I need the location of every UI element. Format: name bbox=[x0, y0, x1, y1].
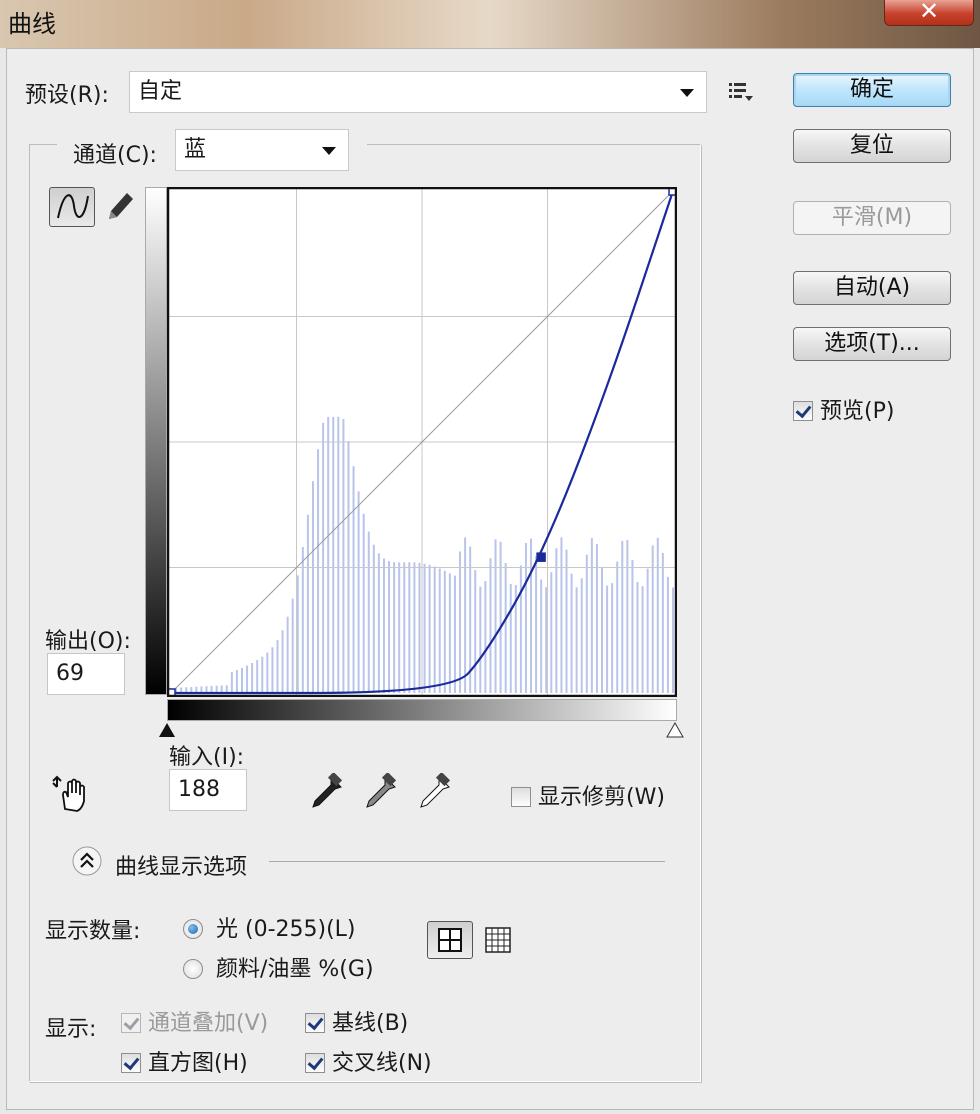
window-title: 曲线 bbox=[8, 10, 56, 38]
channel-value: 蓝 bbox=[184, 137, 207, 162]
channel-overlays-checkbox[interactable]: 通道叠加(V) bbox=[121, 1005, 268, 1037]
smooth-button[interactable]: 平滑(M) bbox=[793, 201, 951, 235]
simple-grid-icon bbox=[438, 928, 462, 952]
collapse-icon[interactable] bbox=[71, 845, 103, 877]
curves-dialog: 预设(R): 自定 确定 复位 平滑(M) 自动(A) 选项(T)... 预览(… bbox=[6, 48, 974, 1110]
pigment-radio-label: 颜料/油墨 %(G) bbox=[216, 957, 374, 982]
title-bar: 曲线 ✕ bbox=[0, 0, 980, 48]
baseline-label: 基线(B) bbox=[332, 1011, 409, 1036]
output-input[interactable]: 69 bbox=[47, 653, 125, 695]
histogram-check-icon[interactable] bbox=[121, 1053, 141, 1073]
show-clipping-checkbox[interactable]: 显示修剪(W) bbox=[511, 779, 665, 811]
channel-dropdown[interactable]: 蓝 bbox=[175, 129, 349, 171]
ok-button[interactable]: 确定 bbox=[793, 73, 951, 107]
channel-overlays-label: 通道叠加(V) bbox=[148, 1011, 269, 1036]
chevron-down-icon bbox=[680, 89, 694, 97]
channel-overlays-check-icon[interactable] bbox=[121, 1013, 141, 1033]
histogram-label: 直方图(H) bbox=[148, 1051, 248, 1076]
gray-eyedropper-icon[interactable] bbox=[363, 773, 399, 811]
preset-label: 预设(R): bbox=[25, 83, 109, 108]
channel-label: 通道(C): bbox=[73, 143, 157, 168]
detailed-grid-icon[interactable] bbox=[483, 925, 513, 955]
curve-tool-icon bbox=[57, 194, 89, 219]
preview-check-icon[interactable] bbox=[793, 401, 813, 421]
preview-checkbox[interactable]: 预览(P) bbox=[793, 393, 894, 425]
on-image-adjust-icon[interactable] bbox=[49, 773, 91, 813]
input-gradient-bar bbox=[167, 699, 677, 721]
preview-label: 预览(P) bbox=[820, 399, 895, 424]
white-eyedropper-icon[interactable] bbox=[417, 773, 453, 811]
curve-graph[interactable] bbox=[167, 187, 677, 697]
show-clipping-check-icon[interactable] bbox=[511, 787, 531, 807]
show-clipping-label: 显示修剪(W) bbox=[538, 785, 665, 810]
intersection-line-checkbox[interactable]: 交叉线(N) bbox=[305, 1045, 432, 1077]
show-amount-label: 显示数量: bbox=[45, 919, 141, 944]
auto-button[interactable]: 自动(A) bbox=[793, 271, 951, 305]
reset-button[interactable]: 复位 bbox=[793, 129, 951, 163]
list-menu-icon[interactable] bbox=[727, 81, 755, 103]
close-button[interactable]: ✕ bbox=[884, 0, 974, 26]
curve-display-options-label: 曲线显示选项 bbox=[115, 855, 248, 880]
simple-grid-button[interactable] bbox=[427, 921, 473, 959]
histogram-checkbox[interactable]: 直方图(H) bbox=[121, 1045, 248, 1077]
preset-dropdown[interactable]: 自定 bbox=[129, 71, 707, 113]
intersection-line-label: 交叉线(N) bbox=[332, 1051, 432, 1076]
black-point-slider[interactable] bbox=[157, 719, 181, 739]
baseline-check-icon[interactable] bbox=[305, 1013, 325, 1033]
pigment-radio-icon[interactable] bbox=[183, 959, 203, 979]
selected-curve-point[interactable] bbox=[536, 552, 546, 562]
light-radio-label: 光 (0-255)(L) bbox=[216, 917, 356, 942]
output-label: 输出(O): bbox=[45, 629, 131, 654]
curve-point-tool[interactable] bbox=[49, 187, 95, 227]
divider bbox=[269, 861, 665, 862]
light-radio[interactable]: 光 (0-255)(L) bbox=[183, 911, 356, 943]
chevron-down-icon bbox=[322, 147, 336, 155]
black-eyedropper-icon[interactable] bbox=[309, 773, 345, 811]
options-button[interactable]: 选项(T)... bbox=[793, 327, 951, 361]
output-gradient-bar bbox=[145, 187, 167, 695]
light-radio-icon[interactable] bbox=[183, 919, 203, 939]
show-label: 显示: bbox=[45, 1017, 97, 1042]
baseline-checkbox[interactable]: 基线(B) bbox=[305, 1005, 408, 1037]
white-point-slider[interactable] bbox=[665, 719, 689, 739]
input-label: 输入(I): bbox=[169, 745, 245, 770]
pencil-icon[interactable] bbox=[101, 189, 137, 225]
intersection-line-check-icon[interactable] bbox=[305, 1053, 325, 1073]
preset-value: 自定 bbox=[138, 79, 183, 104]
pigment-radio[interactable]: 颜料/油墨 %(G) bbox=[183, 951, 374, 983]
input-input[interactable]: 188 bbox=[169, 769, 247, 811]
